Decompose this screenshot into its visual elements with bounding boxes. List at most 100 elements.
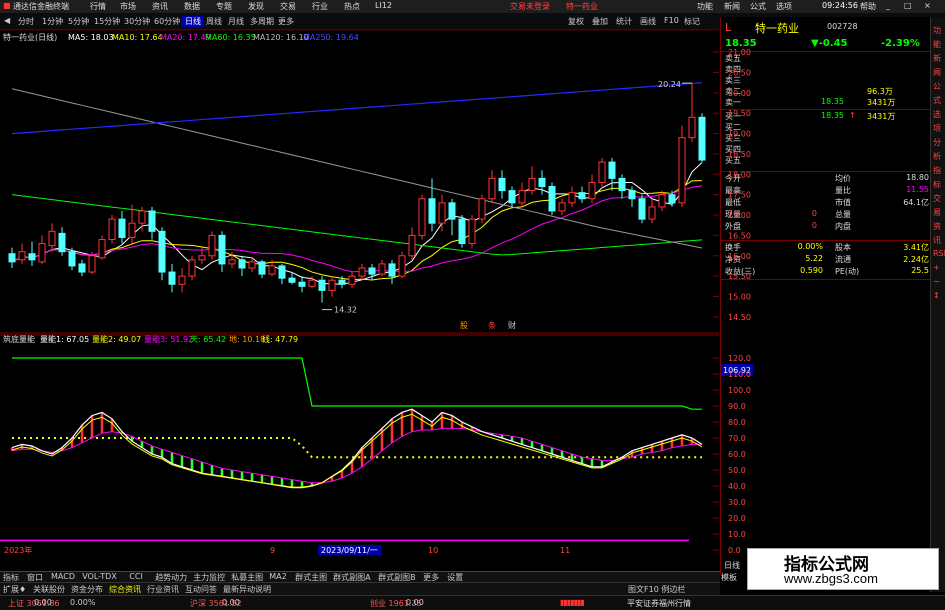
indicator-tab[interactable]: MACD	[51, 572, 75, 581]
side-tool-button[interactable]: ↕	[933, 291, 940, 300]
menu-item[interactable]: 数据	[184, 1, 200, 12]
info-tab[interactable]: 综合资讯	[109, 584, 141, 595]
tool-fuquan[interactable]: 复权	[568, 16, 584, 27]
candle[interactable]	[388, 259, 396, 285]
menu-item[interactable]: 交易	[280, 1, 296, 12]
candle[interactable]	[498, 170, 506, 199]
candle[interactable]	[108, 215, 116, 244]
info-tab[interactable]: 互动问答	[185, 584, 217, 595]
minimize-button[interactable]: _	[886, 1, 890, 10]
candle[interactable]	[548, 182, 556, 216]
period-tab-active[interactable]: 日线	[182, 16, 204, 27]
candle[interactable]	[238, 255, 246, 277]
candle[interactable]	[8, 247, 16, 268]
index-quote[interactable]: 0.00	[222, 598, 240, 607]
menu-item-options[interactable]: 选项	[776, 1, 792, 12]
menu-item-formula[interactable]: 公式	[750, 1, 766, 12]
menu-item[interactable]: 资讯	[152, 1, 168, 12]
candle[interactable]	[58, 227, 66, 256]
index-quote[interactable]: 0.00	[406, 598, 424, 607]
candlestick-chart[interactable]: 特一药业(日线) MA5: 18.03 MA10: 17.64 MA20: 17…	[0, 29, 719, 555]
period-tab[interactable]: 周线	[206, 16, 222, 27]
candle[interactable]	[178, 267, 186, 293]
menu-item[interactable]: 热点	[344, 1, 360, 12]
candle[interactable]	[348, 272, 356, 289]
side-tool-button[interactable]: 讯	[933, 235, 941, 246]
candle[interactable]	[598, 158, 606, 187]
menu-item[interactable]: 行情	[90, 1, 106, 12]
candle[interactable]	[18, 243, 26, 264]
candle[interactable]	[458, 215, 466, 248]
indicator-tab[interactable]: VOL-TDX	[82, 572, 117, 581]
period-tab[interactable]: 月线	[228, 16, 244, 27]
candle[interactable]	[318, 276, 326, 303]
period-tab[interactable]: 5分钟	[68, 16, 89, 27]
side-tool-button[interactable]: 新	[933, 53, 941, 64]
side-tool-button[interactable]: 分	[933, 137, 941, 148]
candle[interactable]	[78, 259, 86, 277]
menu-item[interactable]: 行业	[312, 1, 328, 12]
candle[interactable]	[118, 210, 126, 244]
side-tool-button[interactable]: 选	[933, 109, 941, 120]
event-marker[interactable]: 股	[460, 321, 468, 330]
period-tab[interactable]: 60分钟	[154, 16, 180, 27]
candle[interactable]	[698, 113, 706, 163]
candle[interactable]	[148, 206, 156, 240]
menu-item-function[interactable]: 功能	[697, 1, 713, 12]
candle[interactable]	[378, 259, 386, 277]
side-tool-button[interactable]: 资	[933, 221, 941, 232]
candle[interactable]	[618, 174, 626, 199]
menu-item[interactable]: 发现	[248, 1, 264, 12]
period-tab[interactable]: 30分钟	[124, 16, 150, 27]
candle[interactable]	[508, 186, 516, 207]
candle[interactable]	[298, 276, 306, 293]
f10-sidebar-tab[interactable]: 图文F10 例边栏	[628, 584, 685, 595]
tool-stats[interactable]: 统计	[616, 16, 632, 27]
candle[interactable]	[398, 251, 406, 279]
template-button[interactable]: 模板	[721, 572, 737, 583]
period-tab-more[interactable]: 更多	[278, 16, 294, 27]
event-marker[interactable]: 条	[488, 320, 496, 330]
candle[interactable]	[468, 215, 476, 248]
menu-item[interactable]: 专题	[216, 1, 232, 12]
candle[interactable]	[408, 227, 416, 260]
candle[interactable]	[128, 204, 136, 244]
candle[interactable]	[428, 178, 436, 232]
side-tool-button[interactable]: 易	[933, 207, 941, 218]
candle[interactable]	[518, 182, 526, 207]
index-quote[interactable]: 0.00	[34, 598, 52, 607]
info-tab[interactable]: 资金分布	[71, 584, 103, 595]
side-tool-button[interactable]: 指	[933, 165, 941, 176]
candle[interactable]	[188, 255, 196, 281]
candle[interactable]	[588, 174, 596, 203]
period-tab[interactable]: 分时	[18, 16, 34, 27]
candle[interactable]	[558, 198, 566, 216]
candle[interactable]	[368, 263, 376, 281]
tool-draw[interactable]: 画线	[640, 16, 656, 27]
event-marker[interactable]: 财	[508, 320, 516, 330]
help-button[interactable]: 帮助	[860, 1, 876, 12]
chart-panel[interactable]: 特一药业(日线) MA5: 18.03 MA10: 17.64 MA20: 17…	[0, 29, 719, 555]
candle[interactable]	[528, 166, 536, 195]
indicator-tab[interactable]: CCI	[129, 572, 143, 581]
info-tab[interactable]: 行业资讯	[147, 584, 179, 595]
candle[interactable]	[48, 223, 56, 252]
candle[interactable]	[258, 259, 266, 279]
info-tab[interactable]: 关联股份	[33, 584, 65, 595]
candle[interactable]	[488, 170, 496, 203]
side-tool-button[interactable]: 公	[933, 81, 941, 92]
info-tab[interactable]: 扩展♦	[3, 584, 26, 595]
maximize-button[interactable]: □	[904, 1, 912, 10]
index-quote[interactable]: 0.00%	[70, 598, 95, 607]
candle[interactable]	[38, 235, 46, 264]
candle[interactable]	[328, 276, 336, 297]
side-tool-button[interactable]: 交	[933, 193, 941, 204]
tool-f10[interactable]: F10	[664, 16, 679, 25]
menu-item[interactable]: 市场	[120, 1, 136, 12]
candle[interactable]	[98, 235, 106, 260]
candle[interactable]	[358, 263, 366, 281]
side-tool-button[interactable]: 项	[933, 123, 941, 134]
nav-arrow-icon[interactable]: ◀	[4, 16, 10, 25]
candle[interactable]	[608, 158, 616, 191]
candle[interactable]	[678, 125, 686, 207]
